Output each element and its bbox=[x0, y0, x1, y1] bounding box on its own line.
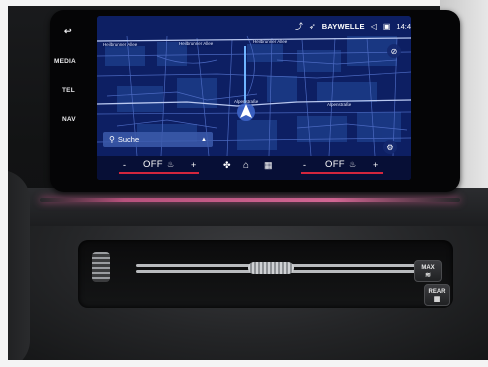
left-temp-minus-button[interactable]: - bbox=[123, 160, 126, 170]
navigation-screen[interactable]: ⤴ ➶ BAYWELLE ◁ ▣ 14:47 Heilbrunner Allee… bbox=[97, 16, 411, 180]
vent-side-louver[interactable] bbox=[92, 252, 110, 282]
car-interior-photo: MAX ≋ REAR ▦ ↩ MEDIA TEL NAV ⤴ ➶ BAYWELL… bbox=[0, 0, 488, 367]
station-name: BAYWELLE bbox=[321, 21, 365, 31]
right-temp-indicator bbox=[301, 172, 383, 174]
street-label: Alpenstraße bbox=[234, 99, 259, 104]
photo-border-bottom bbox=[0, 360, 488, 367]
tel-button[interactable]: TEL bbox=[62, 87, 75, 94]
right-temp-plus-button[interactable]: + bbox=[373, 160, 378, 170]
defrost-icon: ≋ bbox=[425, 272, 431, 279]
message-icon: ▣ bbox=[382, 21, 391, 31]
right-temp-value: OFF bbox=[325, 159, 345, 170]
left-temp-value: OFF bbox=[143, 159, 163, 170]
compass-icon[interactable]: ⊘ bbox=[387, 44, 401, 58]
volume-icon: ◁ bbox=[370, 21, 377, 31]
left-temp-plus-button[interactable]: + bbox=[191, 160, 196, 170]
signal-icon: ⤴ bbox=[295, 21, 303, 31]
climate-bar: - OFF ♨ + ✤ ⌂ ▦ - OFF ♨ + bbox=[97, 156, 411, 180]
left-temp-indicator bbox=[119, 172, 199, 174]
rear-defrost-icon: ▦ bbox=[433, 296, 441, 303]
street-label: Heilbrunner Allee bbox=[179, 41, 214, 46]
dashboard-upper bbox=[8, 188, 488, 228]
nav-button[interactable]: NAV bbox=[62, 116, 76, 123]
apps-grid-icon[interactable]: ▦ bbox=[264, 160, 273, 171]
right-temp-minus-button[interactable]: - bbox=[303, 160, 306, 170]
max-defrost-button[interactable]: MAX ≋ bbox=[414, 260, 442, 282]
vent-adjust-knob[interactable] bbox=[248, 262, 294, 274]
street-label: Heilbrunner Allee bbox=[103, 42, 138, 47]
nav-arrow-icon: ➶ bbox=[309, 21, 316, 31]
status-bar: ⤴ ➶ BAYWELLE ◁ ▣ 14:47 bbox=[295, 20, 411, 32]
street-label: Heilbrunner Allee bbox=[253, 39, 288, 44]
search-label: Suche bbox=[117, 135, 140, 144]
max-label: MAX bbox=[421, 265, 435, 271]
home-icon[interactable]: ⌂ bbox=[243, 160, 249, 171]
street-label: Alpenstraße bbox=[327, 102, 352, 107]
media-button[interactable]: MEDIA bbox=[54, 58, 76, 65]
fan-icon[interactable]: ✤ bbox=[223, 160, 231, 171]
chevron-up-icon[interactable]: ▲ bbox=[201, 137, 207, 143]
clock: 14:47 bbox=[396, 21, 411, 31]
settings-gear-icon[interactable]: ⚙ bbox=[383, 140, 397, 154]
photo-border-top bbox=[0, 0, 488, 6]
seat-heat-icon-right[interactable]: ♨ bbox=[349, 160, 356, 169]
vehicle-position-icon bbox=[237, 103, 255, 121]
search-icon: ⚲ bbox=[109, 135, 115, 144]
seat-heat-icon[interactable]: ♨ bbox=[167, 160, 174, 169]
air-vent bbox=[78, 240, 453, 308]
photo-border-left bbox=[0, 0, 8, 367]
back-arrow-icon[interactable]: ↩ bbox=[64, 26, 72, 37]
rear-label: REAR bbox=[428, 289, 446, 295]
rear-defrost-button[interactable]: REAR ▦ bbox=[424, 284, 450, 306]
search-bar[interactable]: ⚲ Suche ▲ bbox=[103, 132, 213, 147]
ambient-light-strip bbox=[40, 198, 460, 202]
